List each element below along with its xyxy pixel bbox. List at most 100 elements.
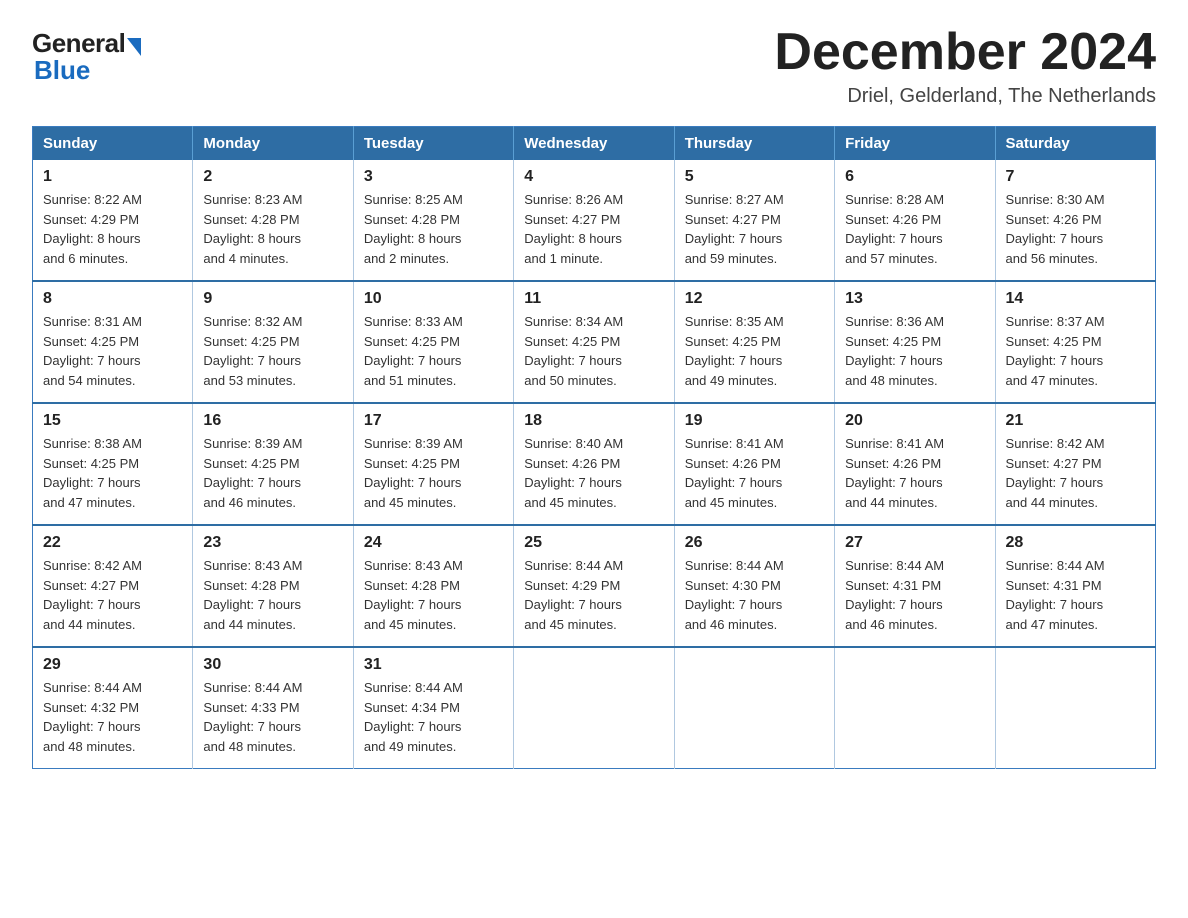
day-info: Sunrise: 8:28 AMSunset: 4:26 PMDaylight:… [845, 190, 984, 268]
day-info: Sunrise: 8:22 AMSunset: 4:29 PMDaylight:… [43, 190, 182, 268]
calendar-day-cell: 2Sunrise: 8:23 AMSunset: 4:28 PMDaylight… [193, 160, 353, 281]
day-number: 31 [364, 656, 503, 674]
weekday-header-friday: Friday [835, 127, 995, 161]
day-number: 21 [1006, 412, 1145, 430]
day-number: 9 [203, 290, 342, 308]
calendar-day-cell: 29Sunrise: 8:44 AMSunset: 4:32 PMDayligh… [33, 647, 193, 769]
logo: General Blue [32, 28, 141, 86]
logo-blue-text: Blue [34, 55, 90, 86]
calendar-day-cell: 15 Sunrise: 8:38 AMSunset: 4:25 PMDayligh… [33, 403, 193, 525]
day-info: Sunrise: 8:25 AMSunset: 4:28 PMDaylight:… [364, 190, 503, 268]
day-number: 30 [203, 656, 342, 674]
day-info: Sunrise: 8:44 AMSunset: 4:31 PMDaylight:… [1006, 556, 1145, 634]
calendar-empty-cell [674, 647, 834, 769]
calendar-day-cell: 16Sunrise: 8:39 AMSunset: 4:25 PMDayligh… [193, 403, 353, 525]
calendar-day-cell: 22 Sunrise: 8:42 AMSunset: 4:27 PMDayligh… [33, 525, 193, 647]
day-info: Sunrise: 8:34 AMSunset: 4:25 PMDaylight:… [524, 312, 663, 390]
calendar-week-row: 1 Sunrise: 8:22 AMSunset: 4:29 PMDaylight… [33, 160, 1156, 281]
calendar-day-cell: 11 Sunrise: 8:34 AMSunset: 4:25 PMDayligh… [514, 281, 674, 403]
day-info: Sunrise: 8:44 AMSunset: 4:31 PMDaylight:… [845, 556, 984, 634]
day-info: Sunrise: 8:43 AMSunset: 4:28 PMDaylight:… [203, 556, 342, 634]
location-title: Driel, Gelderland, The Netherlands [774, 85, 1156, 108]
month-title: December 2024 [774, 24, 1156, 81]
calendar-table: SundayMondayTuesdayWednesdayThursdayFrid… [32, 126, 1156, 769]
day-info: Sunrise: 8:36 AMSunset: 4:25 PMDaylight:… [845, 312, 984, 390]
day-info: Sunrise: 8:39 AMSunset: 4:25 PMDaylight:… [364, 434, 503, 512]
day-number: 25 [524, 534, 663, 552]
day-info: Sunrise: 8:40 AMSunset: 4:26 PMDaylight:… [524, 434, 663, 512]
calendar-day-cell: 21 Sunrise: 8:42 AMSunset: 4:27 PMDayligh… [995, 403, 1155, 525]
calendar-day-cell: 10Sunrise: 8:33 AMSunset: 4:25 PMDayligh… [353, 281, 513, 403]
day-info: Sunrise: 8:44 AMSunset: 4:30 PMDaylight:… [685, 556, 824, 634]
day-info: Sunrise: 8:27 AMSunset: 4:27 PMDaylight:… [685, 190, 824, 268]
page-header: General Blue December 2024 Driel, Gelder… [32, 24, 1156, 108]
day-info: Sunrise: 8:42 AMSunset: 4:27 PMDaylight:… [43, 556, 182, 634]
day-number: 26 [685, 534, 824, 552]
calendar-day-cell: 4Sunrise: 8:26 AMSunset: 4:27 PMDaylight… [514, 160, 674, 281]
weekday-header-tuesday: Tuesday [353, 127, 513, 161]
calendar-day-cell: 6 Sunrise: 8:28 AMSunset: 4:26 PMDaylight… [835, 160, 995, 281]
calendar-day-cell: 30Sunrise: 8:44 AMSunset: 4:33 PMDayligh… [193, 647, 353, 769]
day-info: Sunrise: 8:26 AMSunset: 4:27 PMDaylight:… [524, 190, 663, 268]
day-number: 7 [1006, 168, 1145, 186]
day-number: 20 [845, 412, 984, 430]
calendar-empty-cell [995, 647, 1155, 769]
logo-arrow-icon [127, 38, 141, 56]
weekday-header-sunday: Sunday [33, 127, 193, 161]
calendar-day-cell: 18 Sunrise: 8:40 AMSunset: 4:26 PMDayligh… [514, 403, 674, 525]
day-info: Sunrise: 8:32 AMSunset: 4:25 PMDaylight:… [203, 312, 342, 390]
calendar-week-row: 22 Sunrise: 8:42 AMSunset: 4:27 PMDayligh… [33, 525, 1156, 647]
day-info: Sunrise: 8:38 AMSunset: 4:25 PMDaylight:… [43, 434, 182, 512]
calendar-day-cell: 23 Sunrise: 8:43 AMSunset: 4:28 PMDayligh… [193, 525, 353, 647]
calendar-day-cell: 27 Sunrise: 8:44 AMSunset: 4:31 PMDayligh… [835, 525, 995, 647]
day-number: 16 [203, 412, 342, 430]
calendar-week-row: 29Sunrise: 8:44 AMSunset: 4:32 PMDayligh… [33, 647, 1156, 769]
day-number: 12 [685, 290, 824, 308]
day-number: 19 [685, 412, 824, 430]
day-info: Sunrise: 8:35 AMSunset: 4:25 PMDaylight:… [685, 312, 824, 390]
day-number: 11 [524, 290, 663, 308]
day-info: Sunrise: 8:31 AMSunset: 4:25 PMDaylight:… [43, 312, 182, 390]
calendar-week-row: 8 Sunrise: 8:31 AMSunset: 4:25 PMDaylight… [33, 281, 1156, 403]
calendar-day-cell: 31 Sunrise: 8:44 AMSunset: 4:34 PMDayligh… [353, 647, 513, 769]
day-number: 6 [845, 168, 984, 186]
day-number: 23 [203, 534, 342, 552]
weekday-header-thursday: Thursday [674, 127, 834, 161]
day-number: 27 [845, 534, 984, 552]
day-number: 28 [1006, 534, 1145, 552]
calendar-day-cell: 8 Sunrise: 8:31 AMSunset: 4:25 PMDaylight… [33, 281, 193, 403]
day-number: 1 [43, 168, 182, 186]
calendar-empty-cell [514, 647, 674, 769]
calendar-day-cell: 28 Sunrise: 8:44 AMSunset: 4:31 PMDayligh… [995, 525, 1155, 647]
day-info: Sunrise: 8:30 AMSunset: 4:26 PMDaylight:… [1006, 190, 1145, 268]
calendar-day-cell: 12 Sunrise: 8:35 AMSunset: 4:25 PMDayligh… [674, 281, 834, 403]
weekday-header-saturday: Saturday [995, 127, 1155, 161]
weekday-header-wednesday: Wednesday [514, 127, 674, 161]
calendar-day-cell: 7 Sunrise: 8:30 AMSunset: 4:26 PMDaylight… [995, 160, 1155, 281]
day-number: 5 [685, 168, 824, 186]
day-number: 8 [43, 290, 182, 308]
calendar-empty-cell [835, 647, 995, 769]
day-info: Sunrise: 8:41 AMSunset: 4:26 PMDaylight:… [685, 434, 824, 512]
calendar-day-cell: 14Sunrise: 8:37 AMSunset: 4:25 PMDayligh… [995, 281, 1155, 403]
day-number: 10 [364, 290, 503, 308]
day-number: 18 [524, 412, 663, 430]
day-info: Sunrise: 8:44 AMSunset: 4:32 PMDaylight:… [43, 678, 182, 756]
weekday-header-row: SundayMondayTuesdayWednesdayThursdayFrid… [33, 127, 1156, 161]
weekday-header-monday: Monday [193, 127, 353, 161]
day-number: 14 [1006, 290, 1145, 308]
calendar-day-cell: 13Sunrise: 8:36 AMSunset: 4:25 PMDayligh… [835, 281, 995, 403]
calendar-day-cell: 17 Sunrise: 8:39 AMSunset: 4:25 PMDayligh… [353, 403, 513, 525]
day-number: 15 [43, 412, 182, 430]
calendar-day-cell: 26 Sunrise: 8:44 AMSunset: 4:30 PMDayligh… [674, 525, 834, 647]
day-number: 3 [364, 168, 503, 186]
day-number: 22 [43, 534, 182, 552]
day-number: 17 [364, 412, 503, 430]
day-info: Sunrise: 8:44 AMSunset: 4:34 PMDaylight:… [364, 678, 503, 756]
calendar-day-cell: 9 Sunrise: 8:32 AMSunset: 4:25 PMDaylight… [193, 281, 353, 403]
day-info: Sunrise: 8:23 AMSunset: 4:28 PMDaylight:… [203, 190, 342, 268]
calendar-day-cell: 1 Sunrise: 8:22 AMSunset: 4:29 PMDaylight… [33, 160, 193, 281]
title-block: December 2024 Driel, Gelderland, The Net… [774, 24, 1156, 108]
calendar-day-cell: 25Sunrise: 8:44 AMSunset: 4:29 PMDayligh… [514, 525, 674, 647]
day-info: Sunrise: 8:42 AMSunset: 4:27 PMDaylight:… [1006, 434, 1145, 512]
